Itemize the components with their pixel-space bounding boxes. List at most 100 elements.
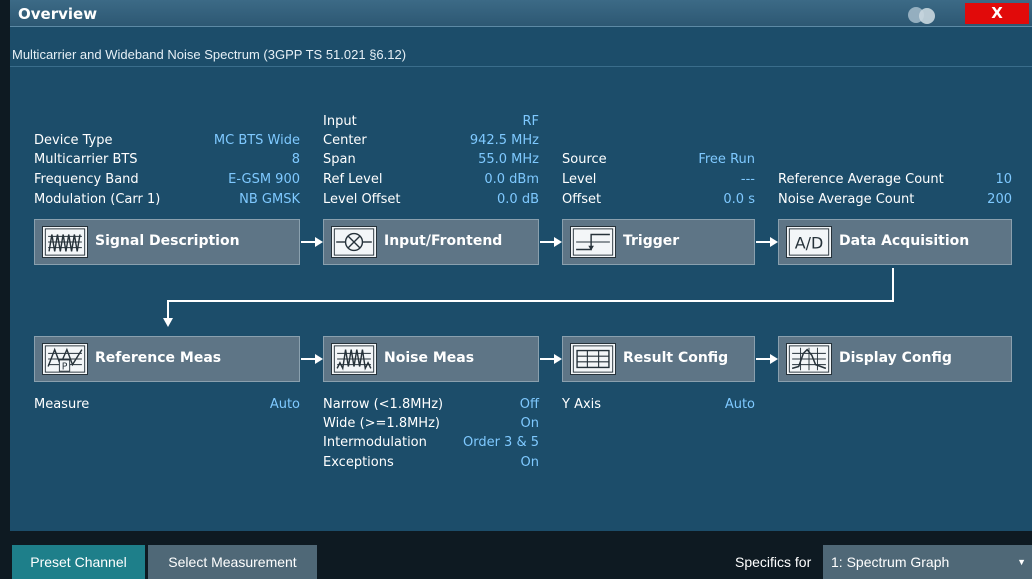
param-value: 8 [291,152,300,167]
param-ref-level: Ref Level 0.0 dBm [323,172,539,188]
param-level-offset: Level Offset 0.0 dB [323,192,539,208]
flow-arrow [756,237,778,247]
flow-arrow [301,354,323,364]
param-value: 0.0 s [723,192,755,207]
subtitle-divider [10,66,1032,67]
param-value: On [520,455,539,470]
chevron-down-icon: ▼ [1017,557,1026,567]
input-frontend-label: Input/Frontend [384,233,503,249]
param-value: Auto [269,397,300,412]
noise-meas-icon [331,343,377,375]
trigger-label: Trigger [623,233,680,249]
param-value: --- [740,172,755,187]
display-config-block[interactable]: Display Config [778,336,1012,382]
param-noise-average-count: Noise Average Count 200 [778,192,1012,208]
svg-text:P: P [62,361,68,372]
reference-meas-icon: P [42,343,88,375]
param-device-type: Device Type MC BTS Wide [34,133,300,149]
param-value: 0.0 dBm [484,172,539,187]
param-narrow: Narrow (<1.8MHz) Off [323,397,539,413]
data-acquisition-label: Data Acquisition [839,233,970,249]
param-label: Exceptions [323,455,394,470]
param-reference-average-count: Reference Average Count 10 [778,172,1012,188]
flow-arrow [301,237,323,247]
signal-description-icon [42,226,88,258]
param-label: Multicarrier BTS [34,152,138,167]
data-acquisition-block[interactable]: A/D Data Acquisition [778,219,1012,265]
specifics-dropdown-value: 1: Spectrum Graph [831,554,950,570]
param-value: RF [522,114,539,129]
specifics-for-label: Specifics for [735,554,812,570]
specifics-dropdown[interactable]: 1: Spectrum Graph ▼ [823,545,1032,579]
param-wide: Wide (>=1.8MHz) On [323,416,539,432]
param-source: Source Free Run [562,152,755,168]
param-label: Intermodulation [323,435,427,450]
param-modulation: Modulation (Carr 1) NB GMSK [34,192,300,208]
flow-arrow [756,354,778,364]
trigger-icon [570,226,616,258]
param-span: Span 55.0 MHz [323,152,539,168]
param-label: Center [323,133,367,148]
param-measure: Measure Auto [34,397,300,413]
close-button[interactable]: X [965,3,1029,24]
param-center: Center 942.5 MHz [323,133,539,149]
noise-meas-label: Noise Meas [384,350,475,366]
signal-description-label: Signal Description [95,233,240,249]
param-input: Input RF [323,114,539,130]
param-label: Reference Average Count [778,172,944,187]
param-value: 200 [987,192,1012,207]
param-exceptions: Exceptions On [323,455,539,471]
measurement-subtitle: Multicarrier and Wideband Noise Spectrum… [12,47,407,62]
param-label: Level Offset [323,192,401,207]
flow-arrow [540,354,562,364]
param-value: NB GMSK [239,192,300,207]
preset-channel-button[interactable]: Preset Channel [12,545,145,579]
param-intermodulation: Intermodulation Order 3 & 5 [323,435,539,451]
param-frequency-band: Frequency Band E-GSM 900 [34,172,300,188]
param-label: Source [562,152,607,167]
param-value: 55.0 MHz [478,152,539,167]
param-label: Wide (>=1.8MHz) [323,416,440,431]
param-value: Order 3 & 5 [462,435,539,450]
param-label: Noise Average Count [778,192,915,207]
noise-meas-block[interactable]: Noise Meas [323,336,539,382]
subtitle-bar [10,27,1032,47]
trigger-block[interactable]: Trigger [562,219,755,265]
param-multicarrier-bts: Multicarrier BTS 8 [34,152,300,168]
param-value: Off [519,397,539,412]
display-config-label: Display Config [839,350,952,366]
param-label: Input [323,114,357,129]
param-label: Frequency Band [34,172,139,187]
input-frontend-block[interactable]: Input/Frontend [323,219,539,265]
param-label: Narrow (<1.8MHz) [323,397,444,412]
result-config-block[interactable]: Result Config [562,336,755,382]
param-value: Free Run [698,152,755,167]
select-measurement-button[interactable]: Select Measurement [148,545,317,579]
param-y-axis: Y Axis Auto [562,397,755,413]
data-acquisition-icon: A/D [786,226,832,258]
param-label: Y Axis [562,397,602,412]
reference-meas-block[interactable]: P Reference Meas [34,336,300,382]
param-value: Auto [724,397,755,412]
param-value: 0.0 dB [497,192,539,207]
window-overlay-icon[interactable] [905,5,941,25]
param-label: Device Type [34,133,113,148]
param-offset: Offset 0.0 s [562,192,755,208]
param-value: E-GSM 900 [228,172,300,187]
result-config-label: Result Config [623,350,729,366]
param-label: Offset [562,192,602,207]
param-label: Ref Level [323,172,383,187]
param-value: On [520,416,539,431]
result-config-icon [570,343,616,375]
param-label: Span [323,152,356,167]
param-label: Modulation (Carr 1) [34,192,161,207]
display-config-icon [786,343,832,375]
signal-description-block[interactable]: Signal Description [34,219,300,265]
window-title: Overview [18,5,98,23]
param-level: Level --- [562,172,755,188]
input-frontend-icon [331,226,377,258]
title-bar: Overview X [10,0,1032,27]
flow-connector [163,268,894,327]
param-label: Measure [34,397,90,412]
reference-meas-label: Reference Meas [95,350,222,366]
